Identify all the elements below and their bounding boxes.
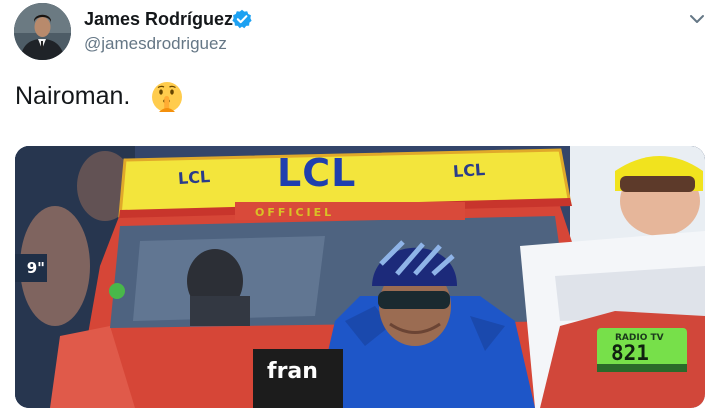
- tweet-media[interactable]: LCL LCL LCL OFFICIEL 9" RADIO TV 821 fra…: [15, 146, 705, 408]
- time-overlay: 9": [15, 254, 47, 282]
- media-scene: [15, 146, 705, 408]
- verified-badge-icon: [232, 9, 252, 29]
- sign-official: OFFICIEL: [255, 206, 335, 219]
- display-name[interactable]: James Rodríguez: [84, 9, 233, 30]
- sign-main: LCL: [277, 151, 357, 195]
- sponsor-text: fran: [267, 359, 318, 384]
- radio-number: 821: [611, 341, 649, 365]
- sign-small-left: LCL: [177, 166, 211, 189]
- sign-small-right: LCL: [452, 159, 486, 182]
- tweet-card: James Rodríguez @jamesdrodriguez Nairoma…: [0, 0, 720, 408]
- tweet-text: Nairoman.: [15, 82, 131, 110]
- chevron-down-icon[interactable]: [687, 9, 707, 29]
- avatar[interactable]: [14, 3, 71, 60]
- handle[interactable]: @jamesdrodriguez: [84, 34, 227, 54]
- shushing-face-emoji: [152, 82, 182, 112]
